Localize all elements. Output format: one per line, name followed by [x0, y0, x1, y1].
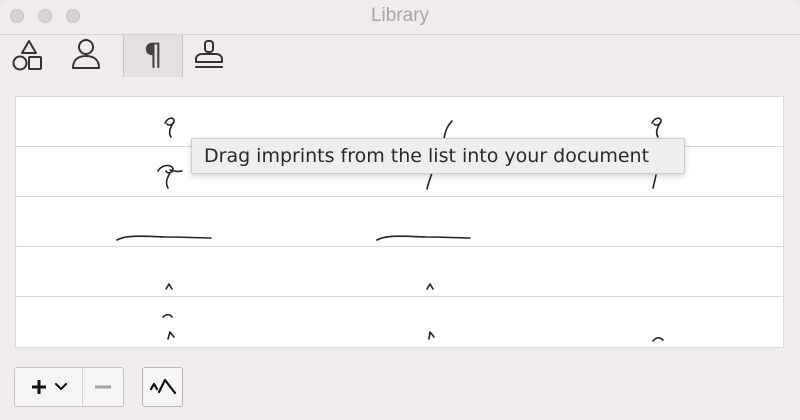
- shapes-icon: [12, 40, 42, 71]
- add-imprint-button[interactable]: [15, 368, 83, 406]
- imprint-item[interactable]: [272, 247, 527, 296]
- imprint-item[interactable]: [16, 247, 271, 296]
- library-window: Library ¶ Drag imprints from the list in…: [0, 0, 800, 420]
- title-bar: Library: [0, 0, 800, 34]
- remove-imprint-button[interactable]: [83, 368, 123, 406]
- signature-mark: [165, 283, 173, 290]
- signature-mark: [162, 313, 175, 340]
- imprint-row[interactable]: [16, 197, 783, 247]
- tab-text[interactable]: ¶: [123, 35, 183, 77]
- imprint-item[interactable]: [528, 297, 783, 346]
- imprint-row[interactable]: [16, 297, 783, 347]
- imprint-item[interactable]: [272, 297, 527, 346]
- tab-shapes[interactable]: [0, 35, 52, 77]
- imprint-signature-button[interactable]: [142, 367, 183, 407]
- signature-mark: [428, 331, 435, 340]
- imprint-item[interactable]: [272, 197, 527, 246]
- person-icon: [72, 39, 100, 69]
- tab-person[interactable]: [60, 35, 112, 77]
- signature-mark: [116, 235, 212, 241]
- signature-mark: [652, 337, 664, 342]
- window-title: Library: [370, 5, 430, 26]
- chevron-down-icon: [54, 383, 67, 390]
- add-remove-control: [14, 367, 124, 407]
- bottom-bar: [0, 360, 800, 420]
- imprint-item[interactable]: [16, 297, 271, 346]
- stamp-icon: [195, 40, 223, 68]
- signature-mark: [426, 283, 434, 290]
- imprint-row[interactable]: [16, 247, 783, 297]
- plus-icon: [31, 380, 46, 394]
- imprint-item[interactable]: [16, 197, 271, 246]
- drag-hint-tooltip: Drag imprints from the list into your do…: [191, 138, 685, 174]
- tab-stamp[interactable]: [183, 35, 235, 77]
- imprint-list[interactable]: [15, 96, 784, 348]
- signature-mark: [376, 235, 471, 241]
- pilcrow-icon: ¶: [143, 38, 163, 73]
- library-toolbar: ¶: [0, 35, 800, 79]
- minus-icon: [95, 385, 111, 389]
- imprint-icon: [149, 378, 176, 395]
